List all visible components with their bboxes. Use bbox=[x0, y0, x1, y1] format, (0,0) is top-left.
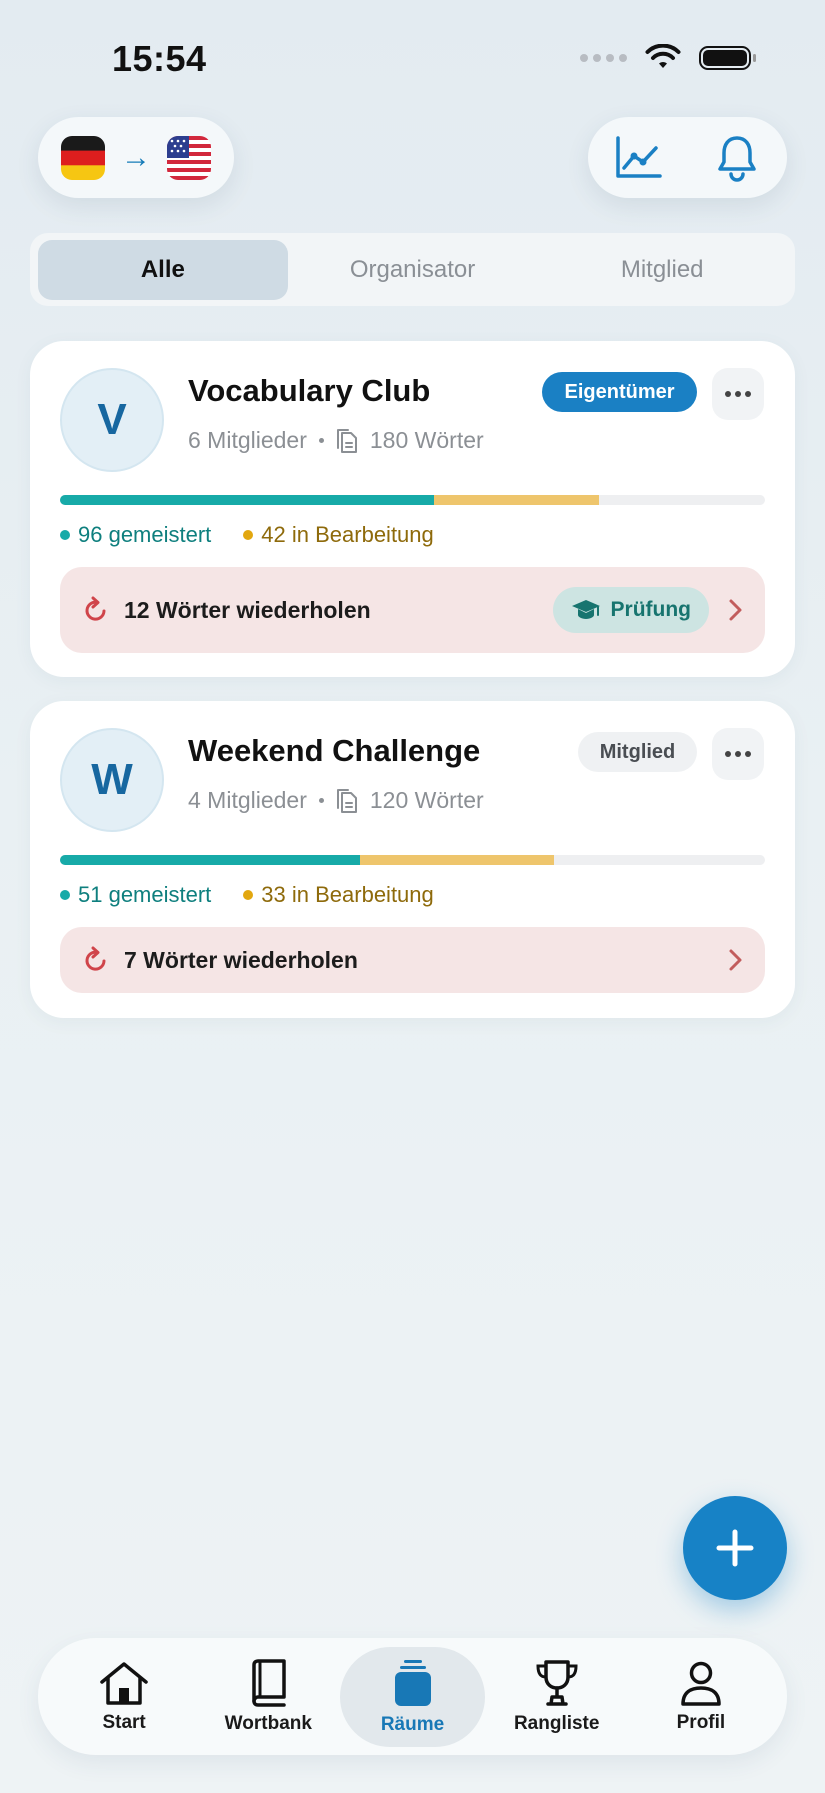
legend-in-progress: 42 in Bearbeitung bbox=[243, 522, 434, 548]
member-count: 6 Mitglieder bbox=[188, 427, 307, 453]
add-room-button[interactable] bbox=[683, 1496, 787, 1600]
room-filter-segmented-control: Alle Organisator Mitglied bbox=[30, 233, 795, 306]
more-icon bbox=[725, 751, 731, 757]
segment-organisator[interactable]: Organisator bbox=[288, 240, 538, 300]
tab-label: Rangliste bbox=[513, 1712, 600, 1734]
legend-mastered: 51 gemeistert bbox=[60, 882, 211, 908]
separator-dot bbox=[318, 798, 324, 803]
graduation-cap-icon bbox=[571, 600, 600, 619]
status-time: 15:54 bbox=[112, 38, 207, 79]
legend-mastered: 96 gemeistert bbox=[60, 522, 211, 548]
room-meta: 6 Mitglieder 180 Wörter bbox=[188, 427, 484, 454]
segment-alle[interactable]: Alle bbox=[38, 239, 288, 300]
more-icon bbox=[725, 391, 731, 397]
bottom-tab-bar: Start Wortbank Räume Rangliste Profil bbox=[38, 1638, 787, 1755]
trophy-icon bbox=[536, 1659, 578, 1706]
tab-label: Wortbank bbox=[224, 1712, 312, 1734]
statistics-button[interactable] bbox=[608, 128, 668, 188]
language-pair-selector[interactable]: → bbox=[38, 117, 234, 198]
review-label: 7 Wörter wiederholen bbox=[124, 946, 358, 973]
bell-icon bbox=[718, 135, 756, 182]
document-icon bbox=[336, 428, 357, 453]
exam-label: Prüfung bbox=[610, 598, 691, 621]
tab-wortbank[interactable]: Wortbank bbox=[196, 1647, 340, 1747]
tab-raeume[interactable]: Räume bbox=[340, 1646, 485, 1747]
room-title: Weekend Challenge bbox=[188, 733, 481, 768]
word-count: 180 Wörter bbox=[369, 427, 484, 453]
room-avatar: V bbox=[60, 368, 164, 472]
notifications-button[interactable] bbox=[707, 128, 767, 188]
refresh-icon bbox=[85, 596, 106, 621]
arrow-right-icon: → bbox=[121, 140, 151, 174]
member-count: 4 Mitglieder bbox=[188, 787, 307, 813]
tab-start[interactable]: Start bbox=[52, 1647, 196, 1747]
status-indicators bbox=[580, 44, 756, 72]
progress-legend: 96 gemeistert 42 in Bearbeitung bbox=[60, 522, 434, 548]
more-options-button[interactable] bbox=[712, 728, 764, 780]
book-icon bbox=[252, 1658, 287, 1707]
progress-bar bbox=[60, 855, 765, 865]
mastered-label: 51 gemeistert bbox=[78, 882, 212, 907]
tab-label: Räume bbox=[380, 1713, 445, 1735]
progress-mastered bbox=[60, 855, 360, 865]
room-card-weekend-challenge[interactable]: W Weekend Challenge 4 Mitglieder 120 Wör… bbox=[30, 701, 795, 1018]
room-meta: 4 Mitglieder 120 Wörter bbox=[188, 787, 484, 814]
document-icon bbox=[336, 788, 357, 813]
tab-label: Start bbox=[102, 1711, 146, 1733]
progress-bar bbox=[60, 495, 765, 505]
room-title: Vocabulary Club bbox=[188, 373, 431, 408]
in-progress-label: 33 in Bearbeitung bbox=[261, 882, 434, 907]
person-icon bbox=[681, 1661, 721, 1706]
chevron-right-icon bbox=[729, 599, 742, 621]
review-row[interactable]: 7 Wörter wiederholen bbox=[60, 927, 765, 993]
stack-icon bbox=[394, 1659, 431, 1706]
progress-in-progress bbox=[433, 495, 599, 505]
separator-dot bbox=[318, 438, 324, 443]
progress-legend: 51 gemeistert 33 in Bearbeitung bbox=[60, 882, 434, 908]
us-flag-icon bbox=[167, 135, 211, 180]
tab-profil[interactable]: Profil bbox=[629, 1647, 773, 1747]
review-row[interactable]: 12 Wörter wiederholen Prüfung bbox=[60, 567, 765, 653]
mastered-label: 96 gemeistert bbox=[78, 522, 212, 547]
more-options-button[interactable] bbox=[712, 368, 764, 420]
in-progress-label: 42 in Bearbeitung bbox=[261, 522, 434, 547]
plus-icon bbox=[716, 1529, 754, 1567]
refresh-icon bbox=[85, 946, 106, 971]
home-icon bbox=[100, 1661, 148, 1705]
de-flag-icon bbox=[61, 135, 105, 180]
signal-icon bbox=[580, 54, 627, 62]
room-avatar: W bbox=[60, 728, 164, 832]
legend-in-progress: 33 in Bearbeitung bbox=[243, 882, 434, 908]
tab-rangliste[interactable]: Rangliste bbox=[485, 1647, 629, 1747]
segment-mitglied[interactable]: Mitglied bbox=[537, 240, 787, 300]
tab-label: Profil bbox=[676, 1711, 726, 1733]
battery-icon bbox=[699, 46, 756, 70]
role-badge: Eigentümer bbox=[542, 372, 697, 412]
review-label: 12 Wörter wiederholen bbox=[124, 596, 371, 623]
header-actions bbox=[588, 117, 787, 198]
exam-button[interactable]: Prüfung bbox=[552, 587, 709, 633]
progress-mastered bbox=[60, 495, 434, 505]
role-badge: Mitglied bbox=[578, 732, 697, 772]
chart-icon bbox=[616, 135, 662, 178]
word-count: 120 Wörter bbox=[369, 787, 484, 813]
wifi-icon bbox=[645, 44, 681, 68]
progress-in-progress bbox=[359, 855, 554, 865]
chevron-right-icon bbox=[729, 949, 742, 971]
room-card-vocabulary-club[interactable]: V Vocabulary Club 6 Mitglieder 180 Wörte… bbox=[30, 341, 795, 677]
